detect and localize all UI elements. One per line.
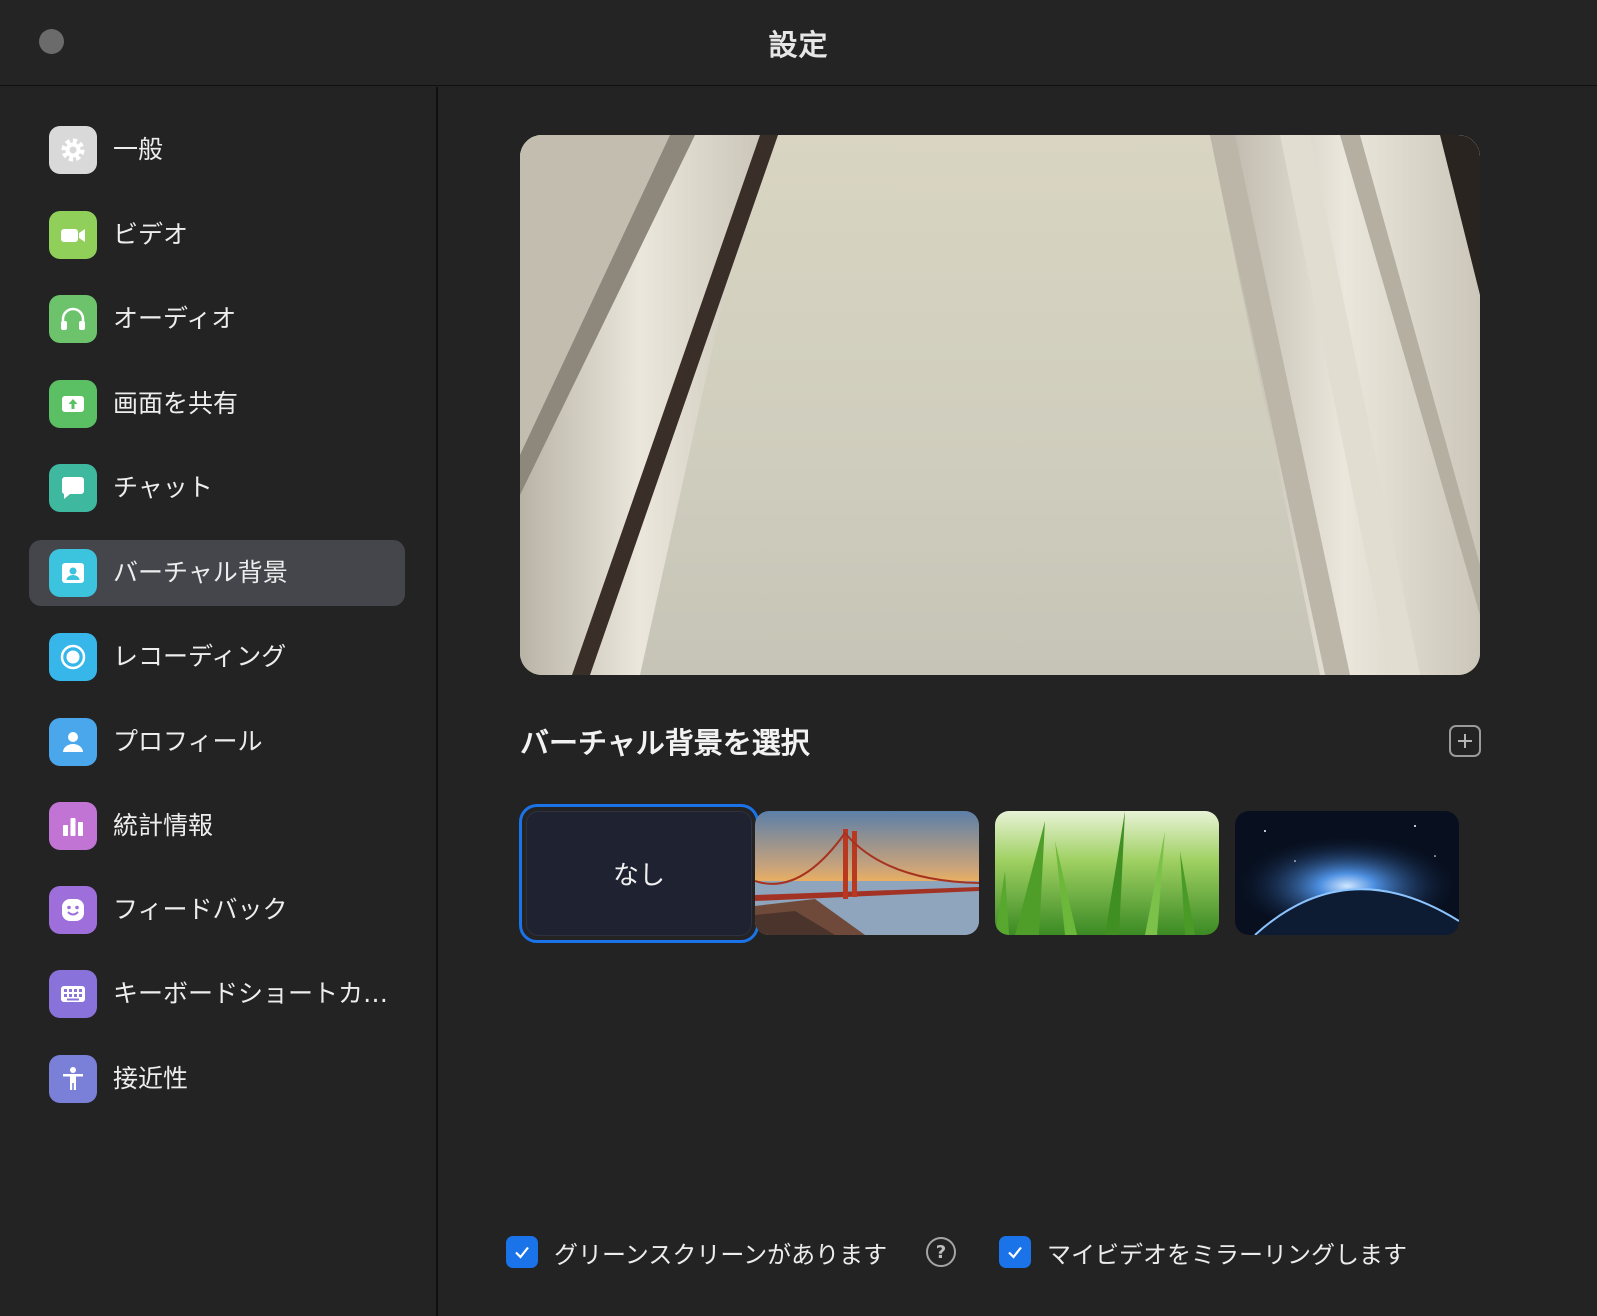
sidebar-item-label: レコーディング [113, 642, 287, 671]
sidebar-item-keyboard-shortcuts[interactable]: キーボードショートカ… [29, 961, 405, 1027]
checkmark-icon [515, 1246, 529, 1259]
sidebar-item-general[interactable]: 一般 [29, 117, 405, 183]
sidebar-item-recording[interactable]: レコーディング [29, 624, 405, 690]
plus-icon [1458, 734, 1472, 748]
green-screen-label: グリーンスクリーンがあります [554, 1240, 888, 1269]
sidebar-item-label: 接近性 [113, 1064, 189, 1093]
background-golden-gate-bridge[interactable] [755, 811, 979, 935]
share-screen-icon [49, 380, 97, 428]
sidebar-item-share-screen[interactable]: 画面を共有 [29, 371, 405, 437]
title-bar: 設定 [0, 0, 1597, 86]
sidebar-item-virtual-background[interactable]: バーチャル背景 [29, 540, 405, 606]
camera-preview [520, 135, 1480, 675]
sidebar-item-label: バーチャル背景 [113, 558, 288, 587]
gear-icon [49, 126, 97, 174]
sidebar-item-statistics[interactable]: 統計情報 [29, 793, 405, 859]
sidebar-item-accessibility[interactable]: 接近性 [29, 1046, 405, 1112]
sidebar-item-label: オーディオ [113, 304, 237, 333]
choose-virtual-background-heading: バーチャル背景を選択 [520, 726, 810, 760]
green-screen-checkbox[interactable] [506, 1236, 538, 1268]
record-icon [49, 633, 97, 681]
background-none-label: なし [526, 811, 752, 936]
chat-bubble-icon [49, 464, 97, 512]
background-grass[interactable] [995, 811, 1219, 935]
sidebar-item-video[interactable]: ビデオ [29, 202, 405, 268]
keyboard-icon [49, 970, 97, 1018]
add-background-button[interactable] [1449, 725, 1481, 757]
video-camera-icon [49, 211, 97, 259]
accessibility-icon [49, 1055, 97, 1103]
help-icon[interactable]: ? [926, 1237, 956, 1267]
sidebar-item-chat[interactable]: チャット [29, 455, 405, 521]
headphones-icon [49, 295, 97, 343]
mirror-video-label: マイビデオをミラーリングします [1047, 1240, 1407, 1269]
sidebar-item-audio[interactable]: オーディオ [29, 286, 405, 352]
sidebar-item-label: ビデオ [113, 220, 189, 249]
sidebar-item-label: フィードバック [113, 895, 288, 924]
sidebar-item-label: キーボードショートカ… [113, 979, 389, 1008]
sidebar-item-label: プロフィール [113, 727, 263, 756]
sidebar-item-label: 画面を共有 [113, 389, 239, 418]
sidebar-item-label: 一般 [113, 135, 164, 164]
profile-icon [49, 718, 97, 766]
virtual-background-icon [49, 549, 97, 597]
sidebar-item-label: チャット [113, 473, 213, 502]
mirror-video-checkbox[interactable] [999, 1236, 1031, 1268]
mirror-video-option[interactable]: マイビデオをミラーリングします [999, 1234, 1407, 1270]
statistics-icon [49, 802, 97, 850]
background-none-option[interactable]: なし [519, 804, 759, 943]
sidebar-item-label: 統計情報 [113, 811, 214, 840]
virtual-background-panel: バーチャル背景を選択 なし グリーンスクリーンがあります ? マイビデオをミラー… [440, 87, 1597, 1316]
window-title: 設定 [768, 28, 829, 62]
checkmark-icon [1008, 1246, 1022, 1259]
background-earth-from-space[interactable] [1235, 811, 1459, 935]
settings-sidebar: 一般 ビデオ オーディオ 画面を共有 チャット バーチャル背景 レコーディング … [0, 87, 438, 1316]
smiley-face-icon [49, 886, 97, 934]
sidebar-item-feedback[interactable]: フィードバック [29, 877, 405, 943]
sidebar-item-profile[interactable]: プロフィール [29, 709, 405, 775]
green-screen-option[interactable]: グリーンスクリーンがあります [506, 1234, 887, 1270]
